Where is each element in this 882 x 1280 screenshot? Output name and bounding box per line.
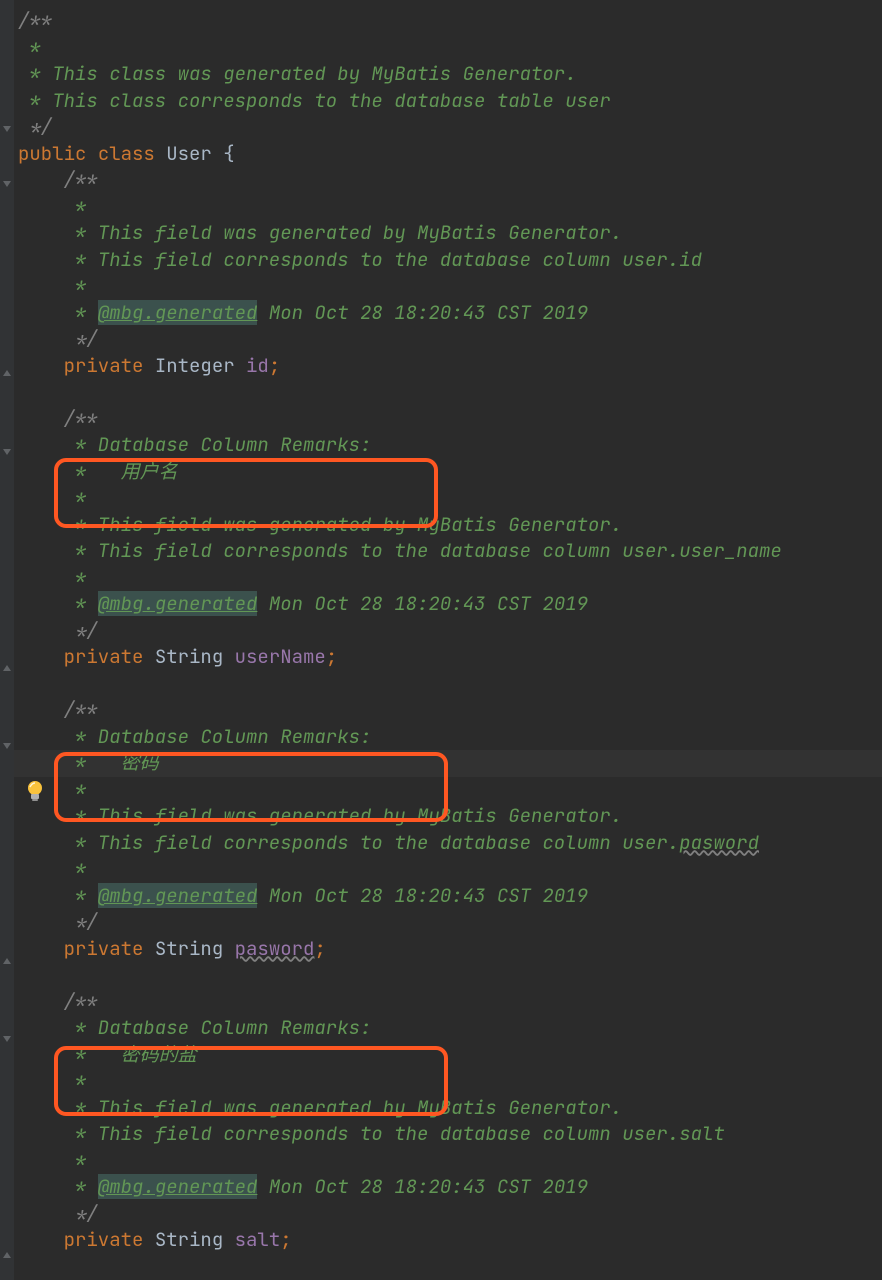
code-editor[interactable]: /** * * This class was generated by MyBa… — [0, 0, 882, 1280]
indent — [18, 936, 64, 961]
indent — [18, 353, 64, 378]
keyword-private: private — [64, 936, 155, 961]
comment-tag-post: Mon Oct 28 18:20:43 CST 2019 — [257, 1174, 588, 1199]
comment-remark-header: * Database Column Remarks: — [18, 724, 371, 749]
comment-open: /** — [18, 8, 52, 33]
comment-line: * This class corresponds to the database… — [18, 88, 611, 113]
comment-tag-post: Mon Oct 28 18:20:43 CST 2019 — [257, 883, 588, 908]
typo-pasword: pasword — [679, 830, 759, 855]
comment-tag-pre: * — [18, 1174, 98, 1199]
semicolon: ; — [269, 353, 280, 378]
indent — [18, 644, 64, 669]
intention-bulb-icon[interactable] — [24, 779, 46, 805]
comment-tag-pre: * — [18, 883, 98, 908]
fold-marker[interactable] — [0, 123, 14, 137]
fold-marker[interactable] — [0, 953, 14, 967]
comment-line: * — [18, 273, 86, 298]
comment-close: */ — [18, 1201, 98, 1226]
brace: { — [223, 141, 234, 166]
comment-remark-header: * Database Column Remarks: — [18, 1015, 371, 1040]
type-integer: Integer — [155, 353, 246, 378]
fold-marker[interactable] — [0, 1247, 14, 1261]
javadoc-tag: @mbg.generated — [98, 591, 258, 616]
field-id: id — [246, 353, 269, 378]
type-string: String — [155, 936, 235, 961]
semicolon: ; — [280, 1227, 291, 1252]
fold-marker[interactable] — [0, 660, 14, 674]
comment-close: */ — [18, 326, 98, 351]
keyword-public: public — [18, 141, 98, 166]
comment-line: * — [18, 485, 86, 510]
comment-tag-post: Mon Oct 28 18:20:43 CST 2019 — [257, 300, 588, 325]
comment-tag-post: Mon Oct 28 18:20:43 CST 2019 — [257, 591, 588, 616]
fold-marker[interactable] — [0, 178, 14, 192]
comment-line: * — [18, 194, 86, 219]
comment-line-pre: * This field corresponds to the database… — [18, 830, 679, 855]
comment-line: * This field was generated by MyBatis Ge… — [18, 512, 622, 537]
comment-remark-value: * 密码 — [18, 750, 159, 775]
comment-line: * This field corresponds to the database… — [18, 1121, 725, 1146]
field-pasword: pasword — [235, 936, 315, 961]
comment-tag-pre: * — [18, 591, 98, 616]
keyword-private: private — [64, 353, 155, 378]
comment-line: * This field was generated by MyBatis Ge… — [18, 803, 622, 828]
comment-close: */ — [18, 618, 98, 643]
comment-line: * This field corresponds to the database… — [18, 247, 702, 272]
comment-line: * — [18, 1068, 86, 1093]
type-string: String — [155, 1227, 235, 1252]
comment-line: * This field was generated by MyBatis Ge… — [18, 1095, 622, 1120]
semicolon: ; — [326, 644, 337, 669]
comment-close: */ — [18, 114, 52, 139]
fold-marker[interactable] — [0, 365, 14, 379]
javadoc-tag: @mbg.generated — [98, 1174, 258, 1199]
comment-tag-pre: * — [18, 300, 98, 325]
type-string: String — [155, 644, 235, 669]
comment-remark-value: * 用户名 — [18, 459, 178, 484]
comment-open: /** — [18, 989, 98, 1014]
comment-open: /** — [18, 697, 98, 722]
comment-close: */ — [18, 909, 98, 934]
fold-marker[interactable] — [0, 1033, 14, 1047]
field-username: userName — [235, 644, 326, 669]
indent — [18, 1227, 64, 1252]
comment-line: * — [18, 565, 86, 590]
comment-line: * This field was generated by MyBatis Ge… — [18, 220, 622, 245]
comment-line: * — [18, 1148, 86, 1173]
class-name: User — [166, 141, 223, 166]
keyword-class: class — [98, 141, 166, 166]
semicolon: ; — [314, 936, 325, 961]
comment-line: * This class was generated by MyBatis Ge… — [18, 61, 577, 86]
fold-marker[interactable] — [0, 446, 14, 460]
comment-line: * — [18, 35, 41, 60]
comment-open: /** — [18, 167, 98, 192]
comment-line: * — [18, 856, 86, 881]
code-area[interactable]: /** * * This class was generated by MyBa… — [14, 0, 882, 1254]
keyword-private: private — [64, 644, 155, 669]
editor-gutter — [0, 0, 14, 1280]
field-salt: salt — [235, 1227, 281, 1252]
comment-remark-value: * 密码的盐 — [18, 1042, 197, 1067]
comment-open: /** — [18, 406, 98, 431]
fold-marker[interactable] — [0, 740, 14, 754]
javadoc-tag: @mbg.generated — [98, 300, 258, 325]
comment-remark-header: * Database Column Remarks: — [18, 432, 371, 457]
keyword-private: private — [64, 1227, 155, 1252]
comment-line: * This field corresponds to the database… — [18, 538, 782, 563]
javadoc-tag: @mbg.generated — [98, 883, 258, 908]
